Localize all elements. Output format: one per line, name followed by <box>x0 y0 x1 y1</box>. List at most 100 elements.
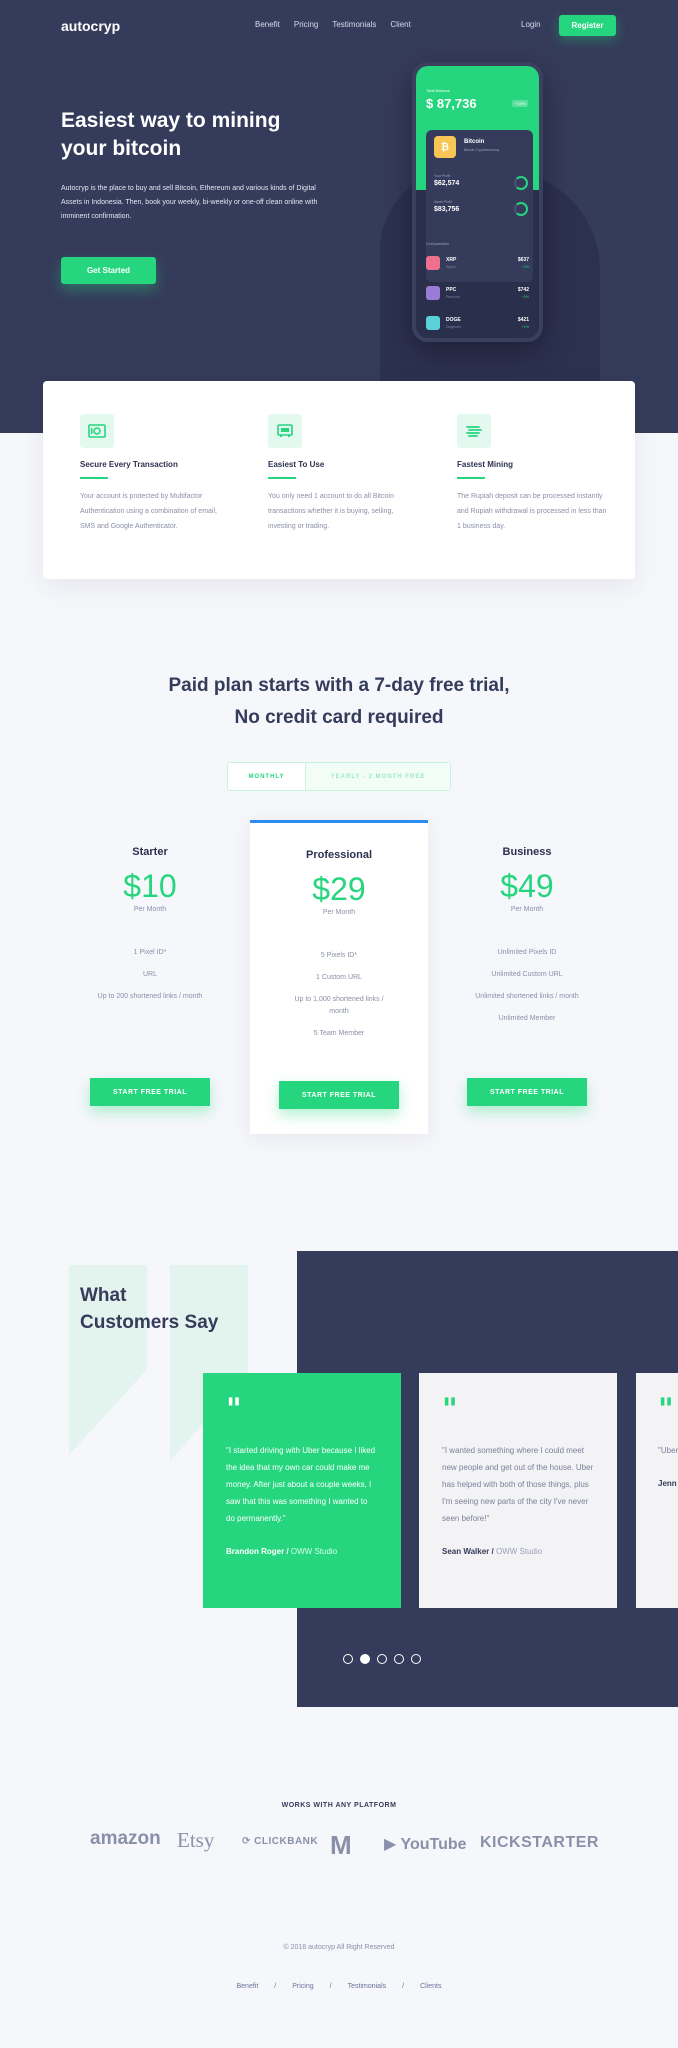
plan-feature: Unlimited shortened links / month <box>475 993 579 1000</box>
testimonial-author: Brandon Roger / OWW Studio <box>226 1547 378 1556</box>
plan-starter: Starter $10 Per Month 1 Pixel ID* URL Up… <box>61 820 239 1134</box>
features-card: Secure Every Transaction Your account is… <box>43 381 635 579</box>
start-trial-button[interactable]: START FREE TRIAL <box>90 1078 210 1106</box>
phone-badge: +15% <box>512 100 529 107</box>
carousel-dots <box>343 1654 421 1664</box>
speed-icon <box>457 414 491 448</box>
carousel-dot[interactable] <box>343 1654 353 1664</box>
feature-title: Fastest Mining <box>457 460 514 469</box>
coin-row: PPC Peercoin $742 +3% <box>426 286 533 302</box>
plan-feature: Unlimited Pixels ID <box>497 949 557 956</box>
footer-separator: / <box>274 1983 277 1990</box>
platforms-title: WORKS WITH ANY PLATFORM <box>281 1802 397 1809</box>
author-company: OWW Studio <box>290 1547 338 1556</box>
register-button[interactable]: Register <box>559 15 616 36</box>
footer-separator: / <box>402 1983 405 1990</box>
coin-symbol: XRP <box>446 257 457 263</box>
carousel-dot[interactable] <box>377 1654 387 1664</box>
coin-change: +3% <box>521 295 529 299</box>
plan-professional: Professional $29 Per Month 5 Pixels ID* … <box>250 820 428 1134</box>
main-nav: Benefit Pricing Testimonials Client <box>255 20 411 29</box>
copyright: © 2018 autocryp All Right Reserved <box>283 1944 395 1951</box>
safe-icon <box>80 414 114 448</box>
comparation-label: Comparation <box>426 241 449 246</box>
feature-underline <box>268 477 296 479</box>
plan-feature: 5 Team Member <box>313 1030 365 1037</box>
footer-link-benefit[interactable]: Benefit <box>237 1983 259 1990</box>
coin-value: $421 <box>517 317 529 323</box>
xrp-icon <box>426 256 440 270</box>
billing-toggle: MONTHLY YEARLY - 2 MONTH FREE <box>227 762 451 791</box>
stat1-label: Your Profit <box>434 174 451 178</box>
start-trial-button[interactable]: START FREE TRIAL <box>467 1078 587 1106</box>
login-link[interactable]: Login <box>521 20 541 29</box>
plan-name: Business <box>502 846 552 858</box>
feature-easy: Easiest To Use You only need 1 account t… <box>268 414 418 534</box>
kickstarter-logo: KICKSTARTER <box>480 1834 599 1851</box>
footer-link-clients[interactable]: Clients <box>420 1983 441 1990</box>
ppc-icon <box>426 286 440 300</box>
nav-testimonials[interactable]: Testimonials <box>332 20 376 29</box>
doge-icon <box>426 316 440 330</box>
progress-ring <box>514 176 528 190</box>
plan-features: 1 Pixel ID* URL Up to 200 shortened link… <box>61 947 239 1003</box>
medium-logo: M <box>330 1830 352 1860</box>
plan-price: $49 <box>500 868 554 904</box>
youtube-logo: ▶ YouTube <box>384 1836 467 1853</box>
author-name: Sean Walker / <box>442 1547 494 1556</box>
nav-client[interactable]: Client <box>390 20 410 29</box>
nav-pricing[interactable]: Pricing <box>294 20 318 29</box>
toggle-monthly[interactable]: MONTHLY <box>228 763 306 790</box>
quote-icon: " <box>658 1392 674 1427</box>
carousel-dot-active[interactable] <box>360 1654 370 1664</box>
plan-period: Per Month <box>133 906 167 913</box>
toggle-yearly[interactable]: YEARLY - 2 MONTH FREE <box>306 763 450 790</box>
plan-feature: 1 Custom URL <box>316 974 362 981</box>
amazon-logo: amazon <box>90 1828 161 1849</box>
carousel-dot[interactable] <box>394 1654 404 1664</box>
plan-feature: 1 Pixel ID* <box>133 949 167 956</box>
feature-description: The Rupiah deposit can be processed inst… <box>457 493 607 530</box>
quote-icon: " <box>442 1392 458 1427</box>
nav-benefit[interactable]: Benefit <box>255 20 280 29</box>
stat1-value: $62,574 <box>434 180 460 187</box>
author-name: Brandon Roger / <box>226 1547 289 1556</box>
footer-nav: Benefit / Pricing / Testimonials / Clien… <box>0 1983 678 1990</box>
testimonial-author: Sean Walker / OWW Studio <box>442 1547 594 1556</box>
testimonial-card: " "Uber creat cake I can have Jenn <box>636 1373 678 1608</box>
hero-section: autocryp Benefit Pricing Testimonials Cl… <box>0 0 678 433</box>
coin-value: $637 <box>517 257 529 263</box>
coin-value: $742 <box>517 287 529 293</box>
start-trial-button[interactable]: START FREE TRIAL <box>279 1081 399 1109</box>
plan-features: Unlimited Pixels ID Unlimited Custom URL… <box>438 947 616 1025</box>
footer-separator: / <box>329 1983 332 1990</box>
feature-title: Secure Every Transaction <box>80 460 178 469</box>
footer-link-pricing[interactable]: Pricing <box>292 1983 313 1990</box>
plan-feature: Up to 1,000 shortened links / month <box>294 996 384 1015</box>
feature-underline <box>80 477 108 479</box>
coin-subname: Peercoin <box>446 295 460 299</box>
get-started-button[interactable]: Get Started <box>61 257 156 284</box>
device-icon <box>268 414 302 448</box>
feature-fastest: Fastest Mining The Rupiah deposit can be… <box>457 414 607 534</box>
coin-subname: Ripple <box>446 265 456 269</box>
plan-feature: 5 Pixels ID* <box>320 952 358 959</box>
coin-row: DOGE Dogecoin $421 +1% <box>426 316 533 332</box>
plan-business: Business $49 Per Month Unlimited Pixels … <box>438 820 616 1134</box>
carousel-dot[interactable] <box>411 1654 421 1664</box>
plan-feature: Unlimited Member <box>498 1015 556 1022</box>
coin-row: XRP Ripple $637 +2% <box>426 256 533 272</box>
plan-period: Per Month <box>322 909 356 916</box>
testimonial-text: "I wanted something where I could meet n… <box>442 1446 594 1523</box>
testimonials-title: What Customers Say <box>80 1282 218 1336</box>
pricing-title: Paid plan starts with a 7-day free trial… <box>0 670 678 734</box>
stat2-label: Asset Profit <box>434 200 452 204</box>
logo[interactable]: autocryp <box>61 18 120 34</box>
plan-name: Starter <box>132 846 168 858</box>
coin-name: Bitcoin <box>464 139 485 145</box>
plan-price: $10 <box>123 868 177 904</box>
stat2-value: $83,756 <box>434 206 460 213</box>
phone-mockup: Total Balance $ 87,736 +15% ₿ Bitcoin Bi… <box>412 62 543 342</box>
feature-title: Easiest To Use <box>268 460 325 469</box>
footer-link-testimonials[interactable]: Testimonials <box>348 1983 387 1990</box>
